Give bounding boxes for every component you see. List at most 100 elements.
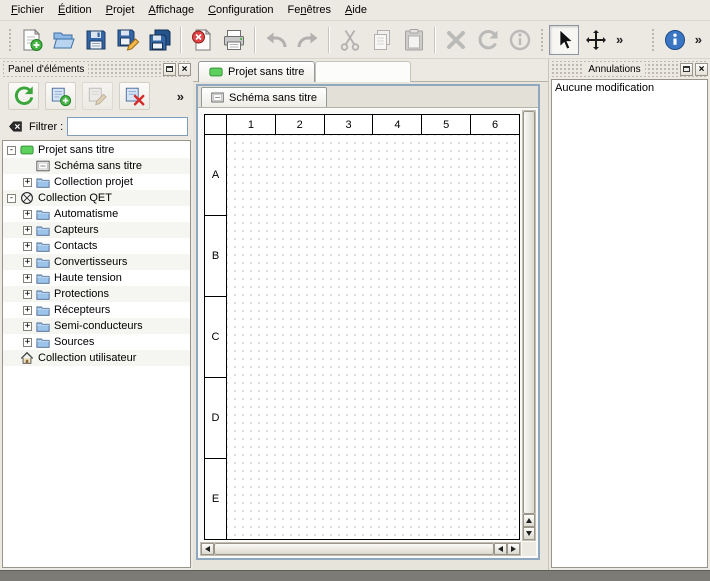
elements-panel-float-button[interactable] bbox=[163, 63, 176, 76]
tree-item-convertisseurs[interactable]: +Convertisseurs bbox=[3, 254, 190, 270]
tree-item-projet-sans-titre[interactable]: -Projet sans titre bbox=[3, 142, 190, 158]
tree-item-automatisme[interactable]: +Automatisme bbox=[3, 206, 190, 222]
tree-item-recepteurs[interactable]: + Récepteurs bbox=[3, 302, 190, 318]
row-header-d: D bbox=[205, 377, 226, 458]
panel-toolbar-overflow-button[interactable]: » bbox=[173, 83, 188, 109]
scroll-down-button[interactable] bbox=[523, 527, 535, 540]
undo-item-empty[interactable]: Aucune modification bbox=[555, 82, 704, 94]
edit-element-button[interactable] bbox=[82, 82, 113, 110]
vertical-scroll-thumb[interactable] bbox=[523, 111, 535, 514]
tree-item-label: Récepteurs bbox=[54, 304, 110, 316]
tree-item-label: Contacts bbox=[54, 240, 97, 252]
tree-item-protections[interactable]: +Protections bbox=[3, 286, 190, 302]
tree-item-schema-sans-titre[interactable]: Schéma sans titre bbox=[3, 158, 190, 174]
scroll-left-button[interactable] bbox=[201, 543, 214, 555]
rotate-selection-button[interactable] bbox=[473, 25, 503, 55]
column-header-4: 4 bbox=[372, 115, 421, 134]
tab-schema-sans-titre[interactable]: Schéma sans titre bbox=[201, 87, 327, 107]
expand-icon[interactable]: + bbox=[23, 242, 32, 251]
collapse-icon[interactable]: - bbox=[7, 194, 16, 203]
save-as-button[interactable] bbox=[113, 25, 143, 55]
cut-button[interactable] bbox=[335, 25, 365, 55]
reload-collections-button[interactable] bbox=[8, 82, 39, 110]
undo-button[interactable] bbox=[261, 25, 291, 55]
menu-affichage[interactable]: Affichage bbox=[141, 1, 201, 19]
paste-button[interactable] bbox=[399, 25, 429, 55]
tree-item-collection-projet[interactable]: +Collection projet bbox=[3, 174, 190, 190]
scroll-right-button[interactable] bbox=[507, 543, 520, 555]
delete-selection-button[interactable] bbox=[441, 25, 471, 55]
menu-projet[interactable]: Projet bbox=[99, 1, 142, 19]
clear-filter-button[interactable] bbox=[5, 118, 25, 136]
help-toolbar-overflow-button[interactable]: » bbox=[691, 27, 706, 53]
menu-aide[interactable]: Aide bbox=[338, 1, 374, 19]
expand-icon[interactable]: + bbox=[23, 226, 32, 235]
save-all-button[interactable] bbox=[145, 25, 175, 55]
collapse-icon[interactable]: - bbox=[7, 146, 16, 155]
row-header-c: C bbox=[205, 296, 226, 377]
menu-configuration[interactable]: Configuration bbox=[201, 1, 280, 19]
diagram-grid-canvas[interactable] bbox=[227, 135, 519, 539]
close-file-button[interactable] bbox=[187, 25, 217, 55]
qet-icon bbox=[20, 191, 34, 205]
open-project-button[interactable] bbox=[49, 25, 79, 55]
new-project-button[interactable] bbox=[17, 25, 47, 55]
refresh-icon bbox=[13, 85, 35, 107]
tab-projet-sans-titre[interactable]: Projet sans titre bbox=[198, 61, 315, 82]
elements-panel-close-button[interactable]: × bbox=[178, 63, 191, 76]
menu-edition[interactable]: Édition bbox=[51, 1, 99, 19]
toolbar-grip-handle[interactable] bbox=[539, 27, 545, 53]
scroll-up-button[interactable] bbox=[523, 514, 535, 527]
selection-mode-button[interactable] bbox=[549, 25, 579, 55]
copy-button[interactable] bbox=[367, 25, 397, 55]
tree-item-semi-conducteurs[interactable]: +Semi-conducteurs bbox=[3, 318, 190, 334]
expand-icon[interactable]: + bbox=[23, 338, 32, 347]
filter-label: Filtrer : bbox=[29, 121, 63, 133]
redo-button[interactable] bbox=[293, 25, 323, 55]
selection-properties-button[interactable] bbox=[505, 25, 535, 55]
expand-icon[interactable]: + bbox=[23, 178, 32, 187]
window-bottom-edge bbox=[0, 570, 710, 581]
folder-icon bbox=[36, 223, 50, 237]
save-button[interactable] bbox=[81, 25, 111, 55]
tree-item-collection-utilisateur[interactable]: Collection utilisateur bbox=[3, 350, 190, 366]
pan-mode-button[interactable] bbox=[581, 25, 611, 55]
tree-item-capteurs[interactable]: +Capteurs bbox=[3, 222, 190, 238]
filter-input[interactable] bbox=[67, 117, 188, 136]
expand-icon[interactable]: + bbox=[23, 210, 32, 219]
undo-panel-close-button[interactable]: × bbox=[695, 63, 708, 76]
horizontal-scrollbar[interactable] bbox=[200, 542, 521, 556]
scroll-left-2-button[interactable] bbox=[494, 543, 507, 555]
folder-icon bbox=[36, 303, 50, 317]
expand-icon[interactable]: + bbox=[23, 274, 32, 283]
undo-panel-header[interactable]: Annulations × bbox=[551, 61, 708, 77]
tree-item-sources[interactable]: +Sources bbox=[3, 334, 190, 350]
elements-panel-header[interactable]: Panel d'éléments × bbox=[2, 61, 191, 77]
toolbar-grip-handle[interactable] bbox=[7, 27, 13, 53]
tree-item-collection-qet[interactable]: -Collection QET bbox=[3, 190, 190, 206]
main-toolbar: »» bbox=[0, 21, 710, 59]
vertical-scrollbar[interactable] bbox=[522, 110, 536, 541]
arrow-left-icon bbox=[205, 546, 210, 552]
close-icon: × bbox=[699, 65, 705, 74]
tree-item-haute-tension[interactable]: +Haute tension bbox=[3, 270, 190, 286]
new-element-button[interactable] bbox=[45, 82, 76, 110]
menu-fenetres[interactable]: Fenêtres bbox=[281, 1, 338, 19]
float-icon bbox=[683, 66, 690, 72]
undo-panel-float-button[interactable] bbox=[680, 63, 693, 76]
delete-element-button[interactable] bbox=[119, 82, 150, 110]
diagram-viewport[interactable]: 123456 ABCDE bbox=[198, 108, 538, 558]
horizontal-scroll-thumb[interactable] bbox=[214, 543, 494, 555]
folder-icon bbox=[36, 287, 50, 301]
toolbar-grip-handle[interactable] bbox=[650, 27, 656, 53]
diagram-toolbar-overflow-button[interactable]: » bbox=[612, 27, 627, 53]
expand-icon[interactable]: + bbox=[23, 306, 32, 315]
about-qet-button[interactable] bbox=[660, 25, 690, 55]
expand-icon[interactable]: + bbox=[23, 258, 32, 267]
print-button[interactable] bbox=[219, 25, 249, 55]
menu-fichier[interactable]: Fichier bbox=[4, 1, 51, 19]
expand-icon[interactable]: + bbox=[23, 322, 32, 331]
horizontal-scroll-track[interactable] bbox=[214, 543, 494, 555]
tree-item-contacts[interactable]: + Contacts bbox=[3, 238, 190, 254]
expand-icon[interactable]: + bbox=[23, 290, 32, 299]
